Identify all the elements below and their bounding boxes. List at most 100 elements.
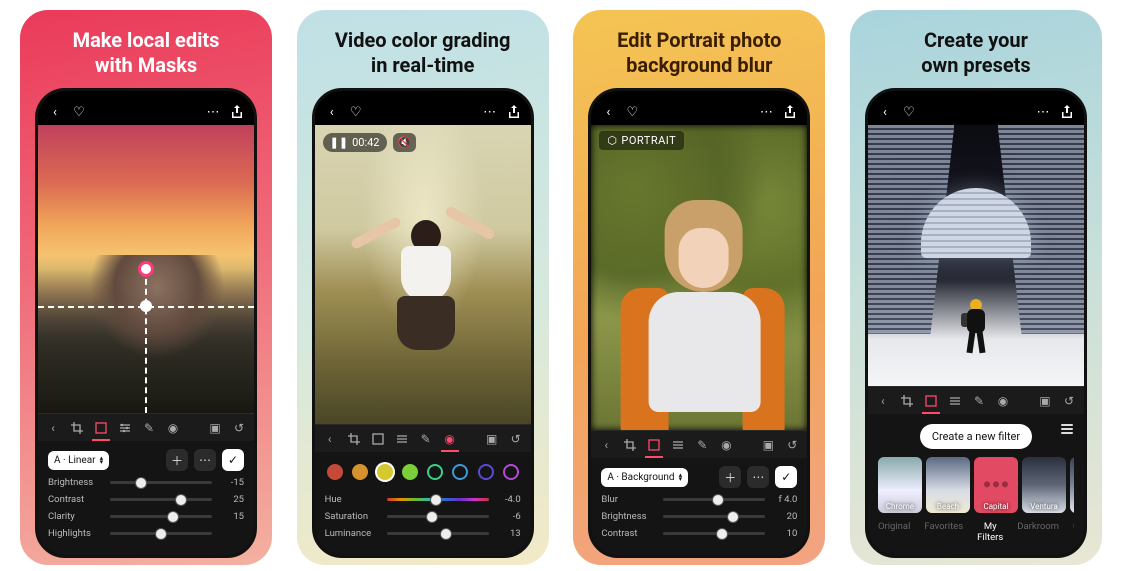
list-view-toggle[interactable] — [1060, 422, 1074, 436]
more-icon[interactable]: ⋯ — [206, 105, 220, 119]
color-icon[interactable]: ◉ — [166, 421, 180, 435]
crop-icon[interactable] — [347, 432, 361, 446]
preset-thumb[interactable]: Chrome — [878, 457, 922, 513]
add-mask-button[interactable]: ＋ — [719, 466, 741, 488]
favorite-icon[interactable]: ♡ — [72, 105, 86, 119]
color-icon[interactable]: ◉ — [719, 438, 733, 452]
slider-track[interactable] — [663, 532, 765, 535]
mask-apply-button[interactable]: ✓ — [222, 449, 244, 471]
color-icon[interactable]: ◉ — [996, 394, 1010, 408]
color-swatch[interactable] — [352, 464, 368, 480]
slider-knob[interactable] — [167, 511, 179, 523]
adjust-icon[interactable] — [371, 432, 385, 446]
back-icon[interactable]: ‹ — [48, 105, 62, 119]
slider-knob[interactable] — [712, 494, 724, 506]
more-icon[interactable]: ⋯ — [483, 105, 497, 119]
frame-icon[interactable]: ▣ — [761, 438, 775, 452]
sliders-icon[interactable] — [948, 394, 962, 408]
color-swatch[interactable] — [402, 464, 418, 480]
back-small-icon[interactable]: ‹ — [323, 432, 337, 446]
share-icon[interactable] — [783, 105, 797, 119]
more-icon[interactable]: ⋯ — [759, 105, 773, 119]
mask-center-handle[interactable] — [138, 261, 154, 277]
slider-track[interactable] — [110, 498, 212, 501]
color-swatch[interactable] — [377, 464, 393, 480]
color-swatch[interactable] — [478, 464, 494, 480]
more-icon[interactable]: ⋯ — [1036, 105, 1050, 119]
slider-knob[interactable] — [426, 511, 438, 523]
mask-selector[interactable]: A · Background ▴▾ — [601, 468, 688, 487]
adjust-icon[interactable] — [924, 394, 938, 408]
mask-vertical-guide[interactable] — [145, 269, 147, 413]
image-canvas[interactable] — [868, 125, 1084, 386]
brush-icon[interactable]: ✎ — [972, 394, 986, 408]
slider-knob[interactable] — [716, 528, 728, 540]
brush-icon[interactable]: ✎ — [419, 432, 433, 446]
slider-track[interactable] — [110, 515, 212, 518]
video-canvas[interactable]: ❚❚ 00:42 🔇 — [315, 125, 531, 424]
favorite-icon[interactable]: ♡ — [349, 105, 363, 119]
slider-knob[interactable] — [135, 477, 147, 489]
play-pause-button[interactable]: ❚❚ 00:42 — [323, 133, 387, 152]
back-small-icon[interactable]: ‹ — [876, 394, 890, 408]
slider-knob[interactable] — [440, 528, 452, 540]
preset-category-tab[interactable]: My Filters — [977, 521, 1003, 543]
share-icon[interactable] — [230, 105, 244, 119]
slider-knob[interactable] — [430, 494, 442, 506]
image-canvas[interactable] — [38, 125, 254, 413]
slider-track[interactable] — [387, 498, 489, 501]
sliders-icon[interactable] — [395, 432, 409, 446]
back-small-icon[interactable]: ‹ — [46, 421, 60, 435]
color-swatch[interactable] — [452, 464, 468, 480]
create-filter-button[interactable]: Create a new filter — [920, 424, 1032, 449]
favorite-icon[interactable]: ♡ — [625, 105, 639, 119]
slider-track[interactable] — [387, 532, 489, 535]
history-icon[interactable]: ↺ — [1062, 394, 1076, 408]
mask-selector[interactable]: A · Linear ▴▾ — [48, 451, 109, 470]
slider-track[interactable] — [110, 532, 212, 535]
color-swatch[interactable] — [503, 464, 519, 480]
preset-category-tab[interactable]: Favorites — [924, 521, 963, 543]
preset-thumb[interactable]: Ventura — [1022, 457, 1066, 513]
mask-options-button[interactable]: ⋯ — [747, 466, 769, 488]
color-icon[interactable]: ◉ — [443, 432, 457, 446]
share-icon[interactable] — [507, 105, 521, 119]
back-icon[interactable]: ‹ — [878, 105, 892, 119]
back-icon[interactable]: ‹ — [601, 105, 615, 119]
slider-knob[interactable] — [175, 494, 187, 506]
crop-icon[interactable] — [70, 421, 84, 435]
preset-thumb[interactable]: Beach — [926, 457, 970, 513]
mask-range-handle[interactable] — [140, 300, 152, 312]
frame-icon[interactable]: ▣ — [1038, 394, 1052, 408]
sliders-icon[interactable] — [671, 438, 685, 452]
preset-thumb[interactable]: Light — [1070, 457, 1074, 513]
preset-category-tab[interactable]: Cinema — [1073, 521, 1074, 543]
preset-category-tab[interactable]: Darkroom — [1017, 521, 1059, 543]
adjust-icon[interactable] — [647, 438, 661, 452]
image-canvas[interactable]: ⬡ PORTRAIT — [591, 125, 807, 430]
sliders-icon[interactable] — [118, 421, 132, 435]
slider-knob[interactable] — [155, 528, 167, 540]
slider-knob[interactable] — [727, 511, 739, 523]
back-icon[interactable]: ‹ — [325, 105, 339, 119]
history-icon[interactable]: ↺ — [785, 438, 799, 452]
favorite-icon[interactable]: ♡ — [902, 105, 916, 119]
add-mask-button[interactable]: ＋ — [166, 449, 188, 471]
frame-icon[interactable]: ▣ — [208, 421, 222, 435]
share-icon[interactable] — [1060, 105, 1074, 119]
preset-thumb[interactable]: Capital — [974, 457, 1018, 513]
mute-button[interactable]: 🔇 — [393, 133, 417, 152]
mask-apply-button[interactable]: ✓ — [775, 466, 797, 488]
slider-track[interactable] — [110, 481, 212, 484]
slider-track[interactable] — [387, 515, 489, 518]
brush-icon[interactable]: ✎ — [695, 438, 709, 452]
crop-icon[interactable] — [623, 438, 637, 452]
brush-icon[interactable]: ✎ — [142, 421, 156, 435]
frame-icon[interactable]: ▣ — [485, 432, 499, 446]
slider-track[interactable] — [663, 515, 765, 518]
color-swatch[interactable] — [427, 464, 443, 480]
mask-options-button[interactable]: ⋯ — [194, 449, 216, 471]
preset-category-tab[interactable]: Original — [878, 521, 910, 543]
slider-track[interactable] — [663, 498, 765, 501]
history-icon[interactable]: ↺ — [509, 432, 523, 446]
